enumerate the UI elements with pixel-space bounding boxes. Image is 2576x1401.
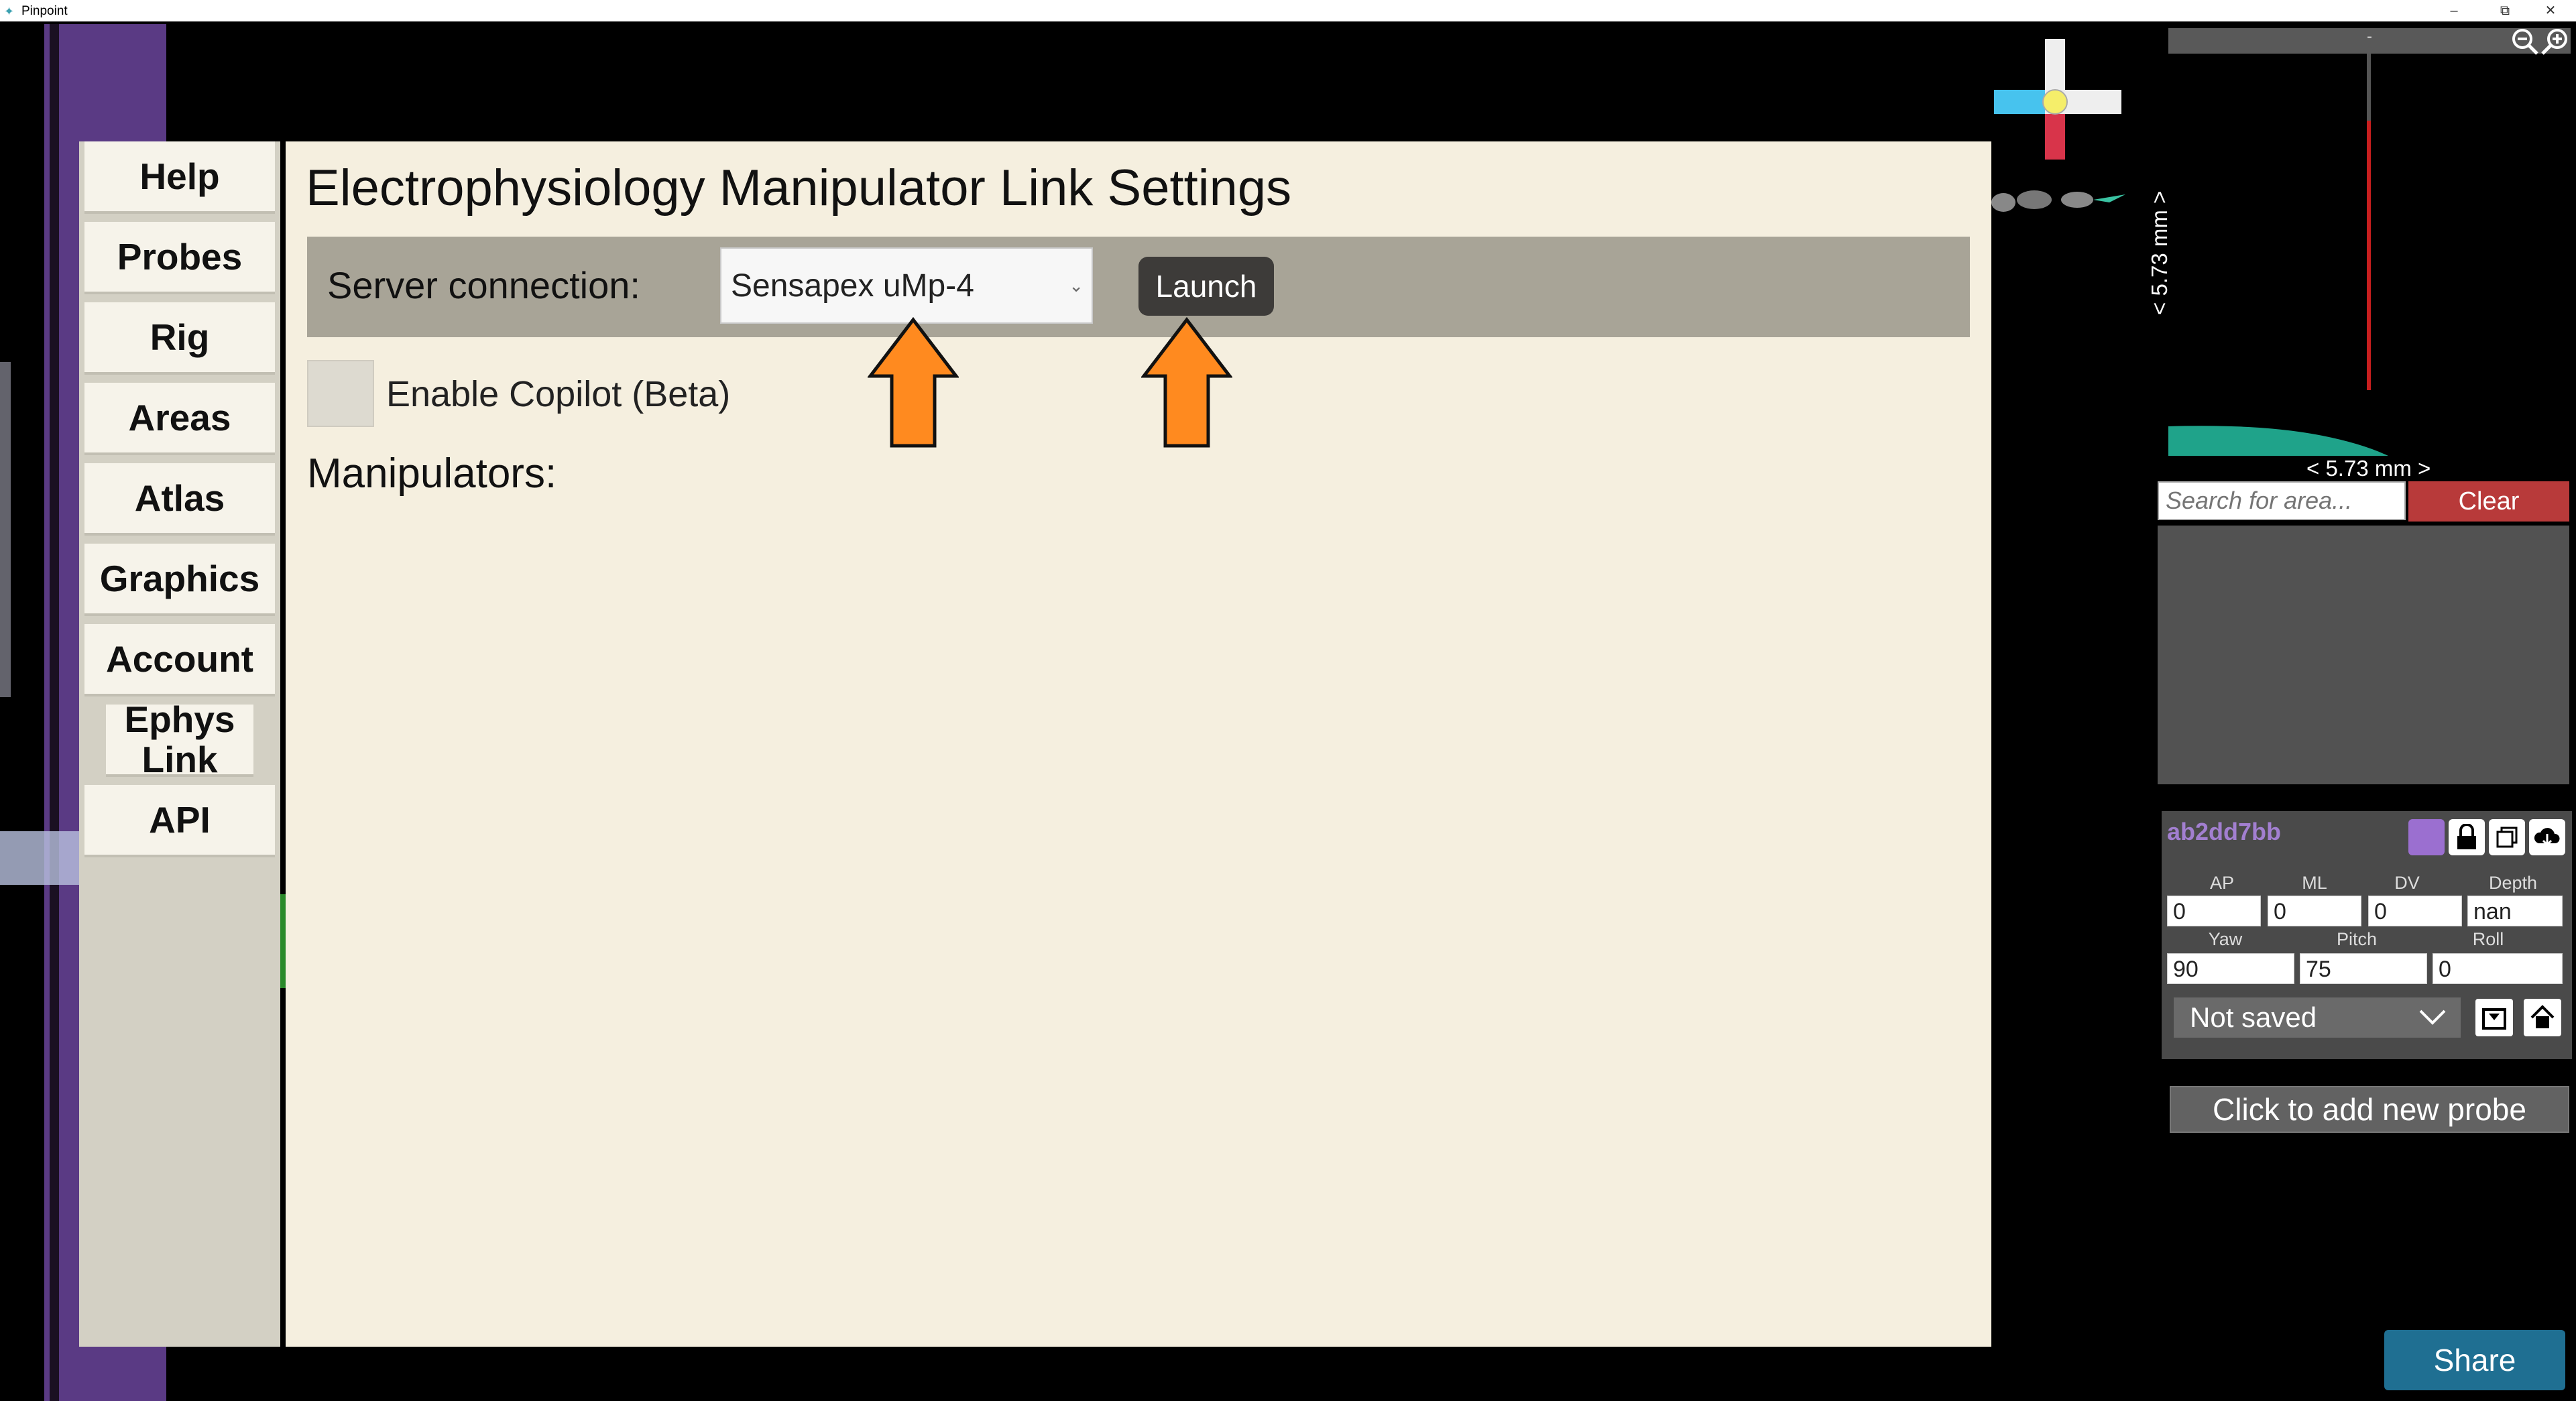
menu-api-button[interactable]: API bbox=[84, 785, 275, 857]
ml-field[interactable]: 0 bbox=[2268, 896, 2361, 926]
ap-label: AP bbox=[2209, 873, 2235, 893]
window-title: Pinpoint bbox=[21, 4, 68, 18]
chevron-down-icon bbox=[2418, 1003, 2447, 1036]
menu-graphics-button[interactable]: Graphics bbox=[84, 544, 275, 616]
save-down-icon[interactable] bbox=[2475, 999, 2513, 1036]
menu-rig-button[interactable]: Rig bbox=[84, 302, 275, 375]
probe-track-top bbox=[2367, 54, 2371, 121]
horizontal-scale-label: < 5.73 mm > bbox=[2306, 456, 2431, 481]
yaw-label: Yaw bbox=[2208, 929, 2243, 949]
side-menu: Help Probes Rig Areas Atlas Graphics Acc… bbox=[79, 141, 280, 1347]
pitch-field[interactable]: 75 bbox=[2300, 953, 2427, 984]
menu-help-button[interactable]: Help bbox=[84, 141, 275, 214]
depth-label: Depth bbox=[2488, 873, 2538, 893]
launch-button[interactable]: Launch bbox=[1138, 257, 1274, 316]
probe-panel: ab2dd7bb AP ML DV Depth 0 0 0 nan Yaw Pi… bbox=[2162, 811, 2572, 1059]
server-connection-label: Server connection: bbox=[327, 264, 640, 306]
lock-icon[interactable] bbox=[2449, 819, 2485, 855]
app-icon: ✦ bbox=[4, 5, 15, 18]
render-edge-light bbox=[0, 831, 79, 885]
depth-field[interactable]: nan bbox=[2467, 896, 2563, 926]
menu-atlas-button[interactable]: Atlas bbox=[84, 463, 275, 536]
clear-search-button[interactable]: Clear bbox=[2408, 481, 2569, 522]
yaw-field[interactable]: 90 bbox=[2167, 953, 2294, 984]
server-type-value: Sensapex uMp-4 bbox=[731, 268, 974, 304]
home-icon[interactable] bbox=[2524, 999, 2561, 1036]
roll-field[interactable]: 0 bbox=[2433, 953, 2563, 984]
arrow-up-icon bbox=[868, 317, 959, 448]
probe-id: ab2dd7bb bbox=[2167, 818, 2282, 845]
area-surface-graphic bbox=[2168, 426, 2388, 456]
copy-icon[interactable] bbox=[2489, 819, 2525, 855]
speed-selector-icon[interactable] bbox=[1989, 178, 2129, 219]
area-search-input[interactable] bbox=[2158, 481, 2406, 520]
close-button[interactable]: ✕ bbox=[2530, 1, 2571, 20]
chevron-down-icon: ⌄ bbox=[1069, 276, 1084, 296]
vertical-scale-label: < 5.73 mm > bbox=[2147, 190, 2172, 315]
ephys-link-settings-panel: Electrophysiology Manipulator Link Setti… bbox=[286, 141, 1991, 1347]
orientation-gizmo-icon[interactable] bbox=[1991, 34, 2125, 168]
menu-account-button[interactable]: Account bbox=[84, 624, 275, 696]
minimize-button[interactable]: – bbox=[2434, 1, 2474, 20]
cloud-download-icon[interactable] bbox=[2529, 819, 2565, 855]
dv-field[interactable]: 0 bbox=[2368, 896, 2462, 926]
menu-probes-button[interactable]: Probes bbox=[84, 222, 275, 294]
menu-areas-button[interactable]: Areas bbox=[84, 383, 275, 455]
copilot-checkbox[interactable] bbox=[307, 360, 374, 427]
saved-state-value: Not saved bbox=[2190, 1001, 2317, 1033]
pitch-label: Pitch bbox=[2336, 929, 2378, 949]
roll-label: Roll bbox=[2472, 929, 2504, 949]
ml-label: ML bbox=[2302, 873, 2327, 893]
render-stripe bbox=[50, 24, 59, 1401]
ap-field[interactable]: 0 bbox=[2167, 896, 2261, 926]
add-probe-button[interactable]: Click to add new probe bbox=[2170, 1086, 2569, 1133]
dv-label: DV bbox=[2394, 873, 2420, 893]
zoom-in-icon[interactable] bbox=[2541, 27, 2569, 55]
probe-color-swatch[interactable] bbox=[2408, 819, 2445, 855]
copilot-label: Enable Copilot (Beta) bbox=[386, 374, 731, 414]
arrow-up-icon bbox=[1141, 317, 1232, 448]
zoom-out-icon[interactable] bbox=[2510, 27, 2538, 55]
area-list bbox=[2158, 526, 2569, 784]
restore-button[interactable]: ⧉ bbox=[2485, 1, 2525, 20]
render-edge bbox=[0, 362, 11, 697]
manipulators-label: Manipulators: bbox=[307, 450, 557, 497]
share-button[interactable]: Share bbox=[2384, 1330, 2565, 1390]
server-connection-bar: Server connection: Sensapex uMp-4 ⌄ Laun… bbox=[307, 237, 1970, 337]
window-title-bar: ✦ Pinpoint – ⧉ ✕ bbox=[0, 0, 2576, 21]
page-title: Electrophysiology Manipulator Link Setti… bbox=[306, 160, 1292, 217]
menu-ephys-link-button[interactable]: Ephys Link bbox=[106, 699, 253, 780]
saved-state-dropdown[interactable]: Not saved bbox=[2174, 997, 2461, 1038]
render-green-mark bbox=[280, 894, 286, 988]
server-type-dropdown[interactable]: Sensapex uMp-4 ⌄ bbox=[720, 247, 1093, 324]
probe-track bbox=[2367, 121, 2371, 390]
